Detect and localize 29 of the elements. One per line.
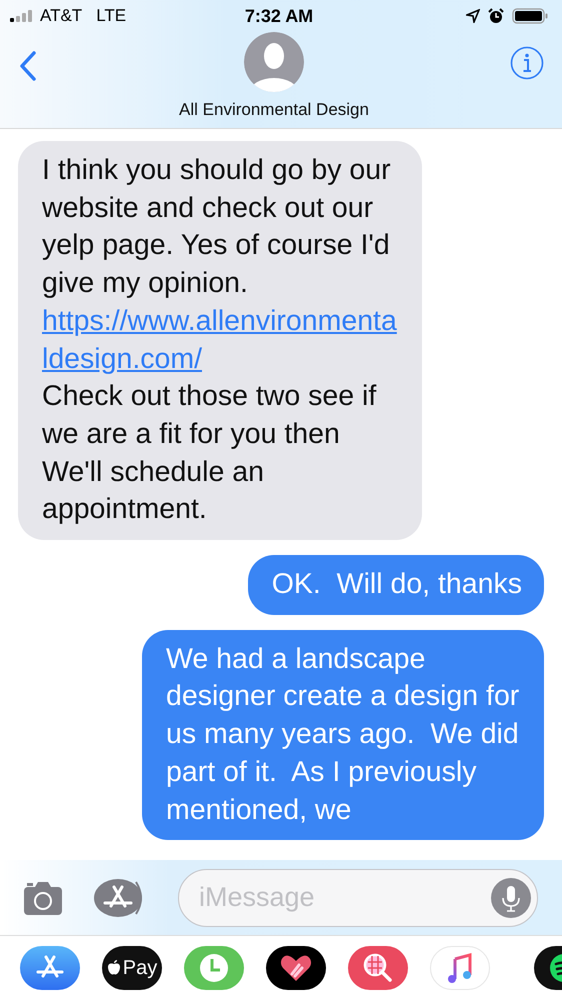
search-app-button[interactable] (348, 946, 408, 990)
globe-search-icon (363, 953, 393, 983)
location-icon (466, 9, 480, 23)
pay-label: Pay (122, 956, 158, 980)
signal-icon (10, 10, 34, 22)
info-icon[interactable] (510, 46, 544, 80)
battery-icon (512, 8, 548, 24)
heart-icon (280, 954, 312, 982)
clock-icon (199, 953, 229, 983)
message-text: Check out those two see if we are a fit for you then We'll schedule an appointment. (42, 379, 378, 528)
apple-icon (106, 960, 121, 976)
pay-app-button[interactable]: Pay (102, 946, 162, 990)
message-text: I think you should go by our website and check out our yelp page. Yes of course I'd give my opinion. (42, 153, 392, 302)
music-app-button[interactable] (430, 946, 490, 990)
heart-app-button[interactable] (266, 946, 326, 990)
clock-app-button[interactable] (184, 946, 244, 990)
camera-icon[interactable] (24, 880, 62, 914)
contact-name: All Environmental Design (179, 100, 369, 120)
carrier-label: AT&T (40, 6, 82, 26)
contact-avatar-icon[interactable] (244, 32, 304, 92)
alarm-icon (488, 8, 504, 24)
status-time: 7:32 AM (244, 6, 314, 26)
network-label: LTE (96, 6, 126, 26)
appstore-app-button[interactable] (20, 946, 80, 990)
back-icon[interactable] (18, 50, 38, 82)
message-text: OK. Will do, thanks (272, 567, 522, 602)
message-text: We had a landscape designer create a design for us many years ago. We did part of it. As I previously mentioned, we (166, 642, 520, 828)
microphone-icon[interactable] (491, 878, 531, 918)
music-note-icon (448, 953, 472, 983)
